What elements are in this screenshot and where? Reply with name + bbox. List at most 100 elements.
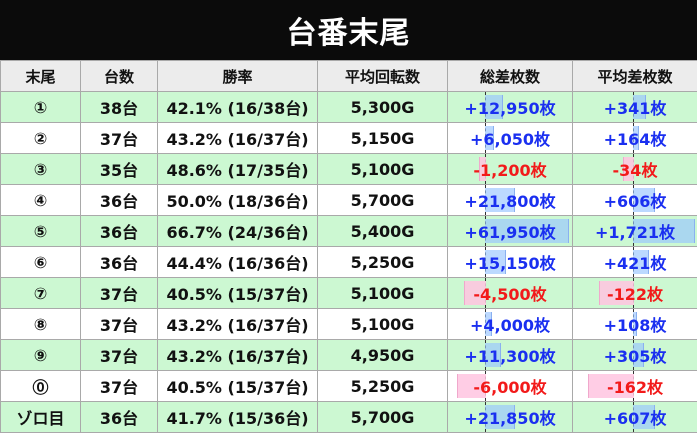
cell-total-diff: +15,150枚	[448, 247, 573, 278]
cell-total-diff: -1,200枚	[448, 154, 573, 185]
cell-avg-diff: +164枚	[573, 123, 697, 154]
cell-avg-diff: +108枚	[573, 309, 697, 340]
cell-avg-diff-value: +421枚	[604, 254, 667, 273]
cell-avg-diff: +341枚	[573, 92, 697, 123]
cell-avg-diff-value: +164枚	[604, 130, 667, 149]
cell-tail: ①	[1, 92, 81, 123]
cell-total-diff: +21,800枚	[448, 185, 573, 216]
cell-count: 37台	[81, 340, 158, 371]
cell-count: 36台	[81, 247, 158, 278]
cell-total-diff-value: +6,050枚	[470, 130, 550, 149]
cell-win-rate: 43.2% (16/37台)	[158, 123, 318, 154]
cell-win-rate: 44.4% (16/36台)	[158, 247, 318, 278]
cell-tail: ⑥	[1, 247, 81, 278]
cell-count: 37台	[81, 278, 158, 309]
table-row: ⑥36台44.4% (16/36台)5,250G +15,150枚 +421枚	[1, 247, 697, 278]
cell-win-rate: 43.2% (16/37台)	[158, 309, 318, 340]
cell-avg-diff: +606枚	[573, 185, 697, 216]
cell-total-diff: -4,500枚	[448, 278, 573, 309]
cell-avg-spins: 5,400G	[318, 216, 448, 247]
cell-avg-diff-value: -34枚	[613, 161, 658, 180]
cell-total-diff: +61,950枚	[448, 216, 573, 247]
cell-avg-diff-value: +108枚	[604, 316, 667, 335]
cell-avg-diff-value: +1,721枚	[595, 223, 675, 242]
cell-win-rate: 40.5% (15/37台)	[158, 371, 318, 402]
cell-total-diff: +12,950枚	[448, 92, 573, 123]
cell-win-rate: 43.2% (16/37台)	[158, 340, 318, 371]
cell-avg-diff: -34枚	[573, 154, 697, 185]
header-total-diff: 総差枚数	[448, 61, 573, 92]
cell-count: 36台	[81, 216, 158, 247]
cell-total-diff: +6,050枚	[448, 123, 573, 154]
cell-avg-diff-value: +341枚	[604, 99, 667, 118]
cell-count: 37台	[81, 309, 158, 340]
cell-avg-diff-value: +305枚	[604, 347, 667, 366]
cell-avg-spins: 5,100G	[318, 154, 448, 185]
header-avg-spins: 平均回転数	[318, 61, 448, 92]
table-row: ②37台43.2% (16/37台)5,150G+6,050枚+164枚	[1, 123, 697, 154]
cell-count: 35台	[81, 154, 158, 185]
cell-count: 38台	[81, 92, 158, 123]
table-row: ⑦37台40.5% (15/37台)5,100G-4,500枚-122枚	[1, 278, 697, 309]
cell-win-rate: 50.0% (18/36台)	[158, 185, 318, 216]
table-row: ⓪37台40.5% (15/37台)5,250G -6,000枚 -162枚	[1, 371, 697, 402]
cell-total-diff: +21,850枚	[448, 402, 573, 433]
cell-avg-spins: 5,300G	[318, 92, 448, 123]
page-title: 台番末尾	[0, 0, 697, 60]
cell-tail: ⑨	[1, 340, 81, 371]
cell-avg-spins: 5,100G	[318, 309, 448, 340]
cell-avg-diff: +1,721枚	[573, 216, 697, 247]
table-row: ⑤36台66.7% (24/36台)5,400G +61,950枚 +1,721枚	[1, 216, 697, 247]
cell-tail: ④	[1, 185, 81, 216]
table-row: ①38台42.1% (16/38台)5,300G+12,950枚+341枚	[1, 92, 697, 123]
cell-total-diff-value: +61,950枚	[464, 223, 555, 242]
cell-total-diff-value: -6,000枚	[473, 378, 546, 397]
cell-win-rate: 40.5% (15/37台)	[158, 278, 318, 309]
cell-count: 37台	[81, 371, 158, 402]
cell-total-diff-value: -1,200枚	[473, 161, 546, 180]
cell-avg-spins: 5,250G	[318, 247, 448, 278]
cell-avg-diff-value: -122枚	[607, 285, 663, 304]
cell-tail: ⓪	[1, 371, 81, 402]
cell-count: 37台	[81, 123, 158, 154]
cell-tail: ゾロ目	[1, 402, 81, 433]
cell-avg-diff: -162枚	[573, 371, 697, 402]
cell-win-rate: 48.6% (17/35台)	[158, 154, 318, 185]
cell-avg-diff: +305枚	[573, 340, 697, 371]
cell-win-rate: 41.7% (15/36台)	[158, 402, 318, 433]
header-row: 末尾 台数 勝率 平均回転数 総差枚数 平均差枚数	[1, 61, 697, 92]
table-row: ⑨37台43.2% (16/37台)4,950G +11,300枚 +305枚	[1, 340, 697, 371]
table-row: ゾロ目36台41.7% (15/36台)5,700G+21,850枚+607枚	[1, 402, 697, 433]
header-avg-diff: 平均差枚数	[573, 61, 697, 92]
cell-total-diff-value: +21,800枚	[464, 192, 555, 211]
table-row: ⑧37台43.2% (16/37台)5,100G +4,000枚 +108枚	[1, 309, 697, 340]
header-count: 台数	[81, 61, 158, 92]
cell-total-diff-value: +11,300枚	[464, 347, 555, 366]
cell-total-diff: +4,000枚	[448, 309, 573, 340]
tail-number-table: 末尾 台数 勝率 平均回転数 総差枚数 平均差枚数 ①38台42.1% (16/…	[0, 60, 697, 433]
cell-tail: ⑧	[1, 309, 81, 340]
cell-win-rate: 66.7% (24/36台)	[158, 216, 318, 247]
cell-avg-spins: 5,700G	[318, 185, 448, 216]
header-win-rate: 勝率	[158, 61, 318, 92]
cell-count: 36台	[81, 185, 158, 216]
cell-tail: ⑤	[1, 216, 81, 247]
table-row: ③35台48.6% (17/35台)5,100G -1,200枚 -34枚	[1, 154, 697, 185]
cell-total-diff-value: +15,150枚	[464, 254, 555, 273]
cell-avg-spins: 5,700G	[318, 402, 448, 433]
cell-total-diff-value: +4,000枚	[470, 316, 550, 335]
cell-avg-diff: +421枚	[573, 247, 697, 278]
cell-total-diff-value: -4,500枚	[473, 285, 546, 304]
table-row: ④36台50.0% (18/36台)5,700G +21,800枚 +606枚	[1, 185, 697, 216]
cell-avg-diff: -122枚	[573, 278, 697, 309]
cell-avg-spins: 4,950G	[318, 340, 448, 371]
cell-total-diff-value: +12,950枚	[464, 99, 555, 118]
cell-tail: ②	[1, 123, 81, 154]
cell-tail: ③	[1, 154, 81, 185]
cell-avg-diff-value: -162枚	[607, 378, 663, 397]
cell-avg-spins: 5,250G	[318, 371, 448, 402]
cell-avg-diff-value: +606枚	[604, 192, 667, 211]
cell-count: 36台	[81, 402, 158, 433]
cell-total-diff: -6,000枚	[448, 371, 573, 402]
header-tail: 末尾	[1, 61, 81, 92]
